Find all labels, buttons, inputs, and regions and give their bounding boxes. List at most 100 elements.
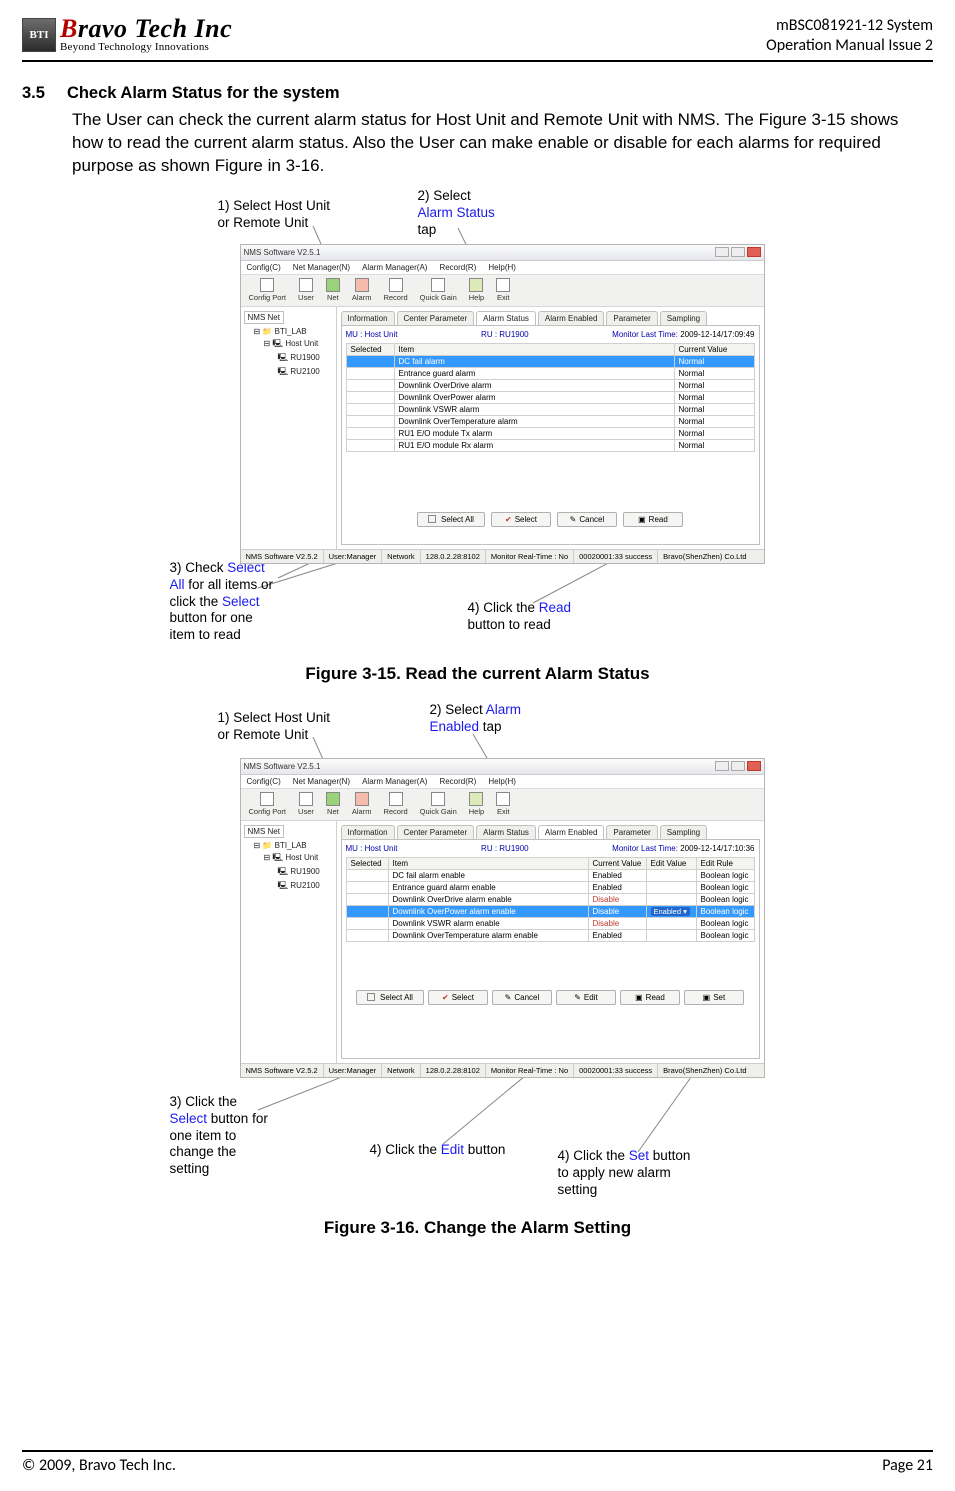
section-body: The User can check the current alarm sta…: [72, 109, 933, 178]
toolbar-user[interactable]: User: [298, 278, 314, 302]
menu-item[interactable]: Alarm Manager(A): [362, 777, 427, 786]
monitor-time-label: Monitor Last Time:: [612, 844, 678, 853]
toolbar-exit[interactable]: Exit: [496, 792, 510, 816]
toolbar-net[interactable]: Net: [326, 278, 340, 302]
tab-alarm-status[interactable]: Alarm Status: [476, 311, 536, 325]
select-button[interactable]: ✔Select: [491, 512, 551, 527]
callout-4-edit: 4) Click the Edit button: [370, 1142, 506, 1159]
toolbar-user[interactable]: User: [298, 792, 314, 816]
footer-page: Page 21: [882, 1456, 933, 1475]
cancel-button[interactable]: ✎Cancel: [557, 512, 617, 527]
toolbar-config-port[interactable]: Config Port: [249, 278, 287, 302]
doc-title: mBSC081921-12 System Operation Manual Is…: [766, 16, 933, 56]
tab-alarm-enabled[interactable]: Alarm Enabled: [538, 825, 604, 839]
toolbar-config-port[interactable]: Config Port: [249, 792, 287, 816]
mu-label: MU : Host Unit: [346, 330, 398, 339]
toolbar: Config Port User Net Alarm Record Quick …: [241, 275, 764, 307]
table-row[interactable]: Downlink OverPower alarmNormal: [346, 391, 754, 403]
callout-4-set: 4) Click the Set button to apply new ala…: [558, 1148, 691, 1199]
minimize-icon[interactable]: [715, 247, 729, 257]
figure-3-15-caption: Figure 3-15. Read the current Alarm Stat…: [22, 664, 933, 684]
menubar: Config(C) Net Manager(N) Alarm Manager(A…: [241, 261, 764, 275]
close-icon[interactable]: [747, 761, 761, 771]
table-row[interactable]: Downlink OverPower alarm enableDisableEn…: [346, 905, 754, 917]
table-row[interactable]: Entrance guard alarm enableEnabledBoolea…: [346, 881, 754, 893]
toolbar-help[interactable]: Help: [469, 792, 484, 816]
mu-label: MU : Host Unit: [346, 844, 398, 853]
tab-sampling[interactable]: Sampling: [660, 311, 707, 325]
status-bar: NMS Software V2.5.2 User:Manager Network…: [241, 549, 764, 563]
callout-3: 3) Check Select All for all items or cli…: [170, 560, 274, 644]
tab-parameter[interactable]: Parameter: [606, 825, 657, 839]
tab-center-parameter[interactable]: Center Parameter: [397, 311, 475, 325]
screenshot-2: NMS Software V2.5.1 Config(C) Net Manage…: [240, 758, 765, 1078]
alarm-enabled-table: Selected Item Current Value Edit Value E…: [346, 857, 755, 942]
table-row[interactable]: Downlink VSWR alarm enableDisableBoolean…: [346, 917, 754, 929]
maximize-icon[interactable]: [731, 761, 745, 771]
menu-item[interactable]: Net Manager(N): [293, 263, 350, 272]
logo-icon: BTI: [22, 18, 56, 52]
tab-parameter[interactable]: Parameter: [606, 311, 657, 325]
menu-item[interactable]: Config(C): [247, 263, 281, 272]
callout-1: 1) Select Host Unit or Remote Unit: [218, 710, 331, 744]
toolbar-net[interactable]: Net: [326, 792, 340, 816]
monitor-time-value: 2009-12-14/17:09:49: [680, 330, 754, 339]
footer-rule: [22, 1450, 933, 1452]
callout-2: 2) Select Alarm Status tap: [418, 188, 495, 239]
menu-item[interactable]: Record(R): [439, 777, 476, 786]
menu-item[interactable]: Config(C): [247, 777, 281, 786]
toolbar-quick-gain[interactable]: Quick Gain: [420, 792, 457, 816]
section-num: 3.5: [22, 84, 45, 103]
callout-3: 3) Click the Select button for one item …: [170, 1094, 268, 1178]
menu-item[interactable]: Alarm Manager(A): [362, 263, 427, 272]
toolbar-record[interactable]: Record: [383, 278, 407, 302]
tab-sampling[interactable]: Sampling: [660, 825, 707, 839]
device-tree[interactable]: NMS Net ⊟ 📁 BTI_LAB ⊟ 🖳 Host Unit 🖳 RU19…: [241, 821, 337, 1063]
device-tree[interactable]: NMS Net ⊟ 📁 BTI_LAB ⊟ 🖳 Host Unit 🖳 RU19…: [241, 307, 337, 549]
cancel-button[interactable]: ✎Cancel: [492, 990, 552, 1005]
alarm-status-table: Selected Item Current Value DC fail alar…: [346, 343, 755, 452]
maximize-icon[interactable]: [731, 247, 745, 257]
tab-information[interactable]: Information: [341, 825, 395, 839]
edit-button[interactable]: ✎Edit: [556, 990, 616, 1005]
menubar: Config(C) Net Manager(N) Alarm Manager(A…: [241, 775, 764, 789]
read-button[interactable]: ▣Read: [623, 512, 683, 527]
table-row[interactable]: RU1 E/O module Rx alarmNormal: [346, 439, 754, 451]
table-row[interactable]: RU1 E/O module Tx alarmNormal: [346, 427, 754, 439]
table-row[interactable]: Downlink OverTemperature alarm enableEna…: [346, 929, 754, 941]
minimize-icon[interactable]: [715, 761, 729, 771]
tab-alarm-status[interactable]: Alarm Status: [476, 825, 536, 839]
read-button[interactable]: ▣Read: [620, 990, 680, 1005]
toolbar-quick-gain[interactable]: Quick Gain: [420, 278, 457, 302]
toolbar-exit[interactable]: Exit: [496, 278, 510, 302]
toolbar-record[interactable]: Record: [383, 792, 407, 816]
select-all-checkbox[interactable]: Select All: [417, 512, 485, 527]
menu-item[interactable]: Help(H): [488, 777, 516, 786]
table-row[interactable]: Downlink OverDrive alarm enableDisableBo…: [346, 893, 754, 905]
ru-label: RU : RU1900: [481, 844, 529, 853]
menu-item[interactable]: Help(H): [488, 263, 516, 272]
menu-item[interactable]: Record(R): [439, 263, 476, 272]
toolbar-alarm[interactable]: Alarm: [352, 792, 372, 816]
monitor-time-label: Monitor Last Time:: [612, 330, 678, 339]
window-title: NMS Software V2.5.1: [244, 762, 321, 771]
tab-bar: Information Center Parameter Alarm Statu…: [337, 307, 764, 325]
table-row[interactable]: DC fail alarmNormal: [346, 355, 754, 367]
table-row[interactable]: Downlink OverTemperature alarmNormal: [346, 415, 754, 427]
tab-center-parameter[interactable]: Center Parameter: [397, 825, 475, 839]
select-button[interactable]: ✔Select: [428, 990, 488, 1005]
menu-item[interactable]: Net Manager(N): [293, 777, 350, 786]
table-row[interactable]: Downlink OverDrive alarmNormal: [346, 379, 754, 391]
table-row[interactable]: Downlink VSWR alarmNormal: [346, 403, 754, 415]
select-all-checkbox[interactable]: Select All: [356, 990, 424, 1005]
set-button[interactable]: ▣Set: [684, 990, 744, 1005]
callout-2: 2) Select Alarm Enabled tap: [430, 702, 522, 736]
toolbar-alarm[interactable]: Alarm: [352, 278, 372, 302]
callout-4: 4) Click the Read button to read: [468, 600, 572, 634]
tab-alarm-enabled[interactable]: Alarm Enabled: [538, 311, 604, 325]
close-icon[interactable]: [747, 247, 761, 257]
table-row[interactable]: Entrance guard alarmNormal: [346, 367, 754, 379]
tab-information[interactable]: Information: [341, 311, 395, 325]
table-row[interactable]: DC fail alarm enableEnabledBoolean logic: [346, 869, 754, 881]
toolbar-help[interactable]: Help: [469, 278, 484, 302]
